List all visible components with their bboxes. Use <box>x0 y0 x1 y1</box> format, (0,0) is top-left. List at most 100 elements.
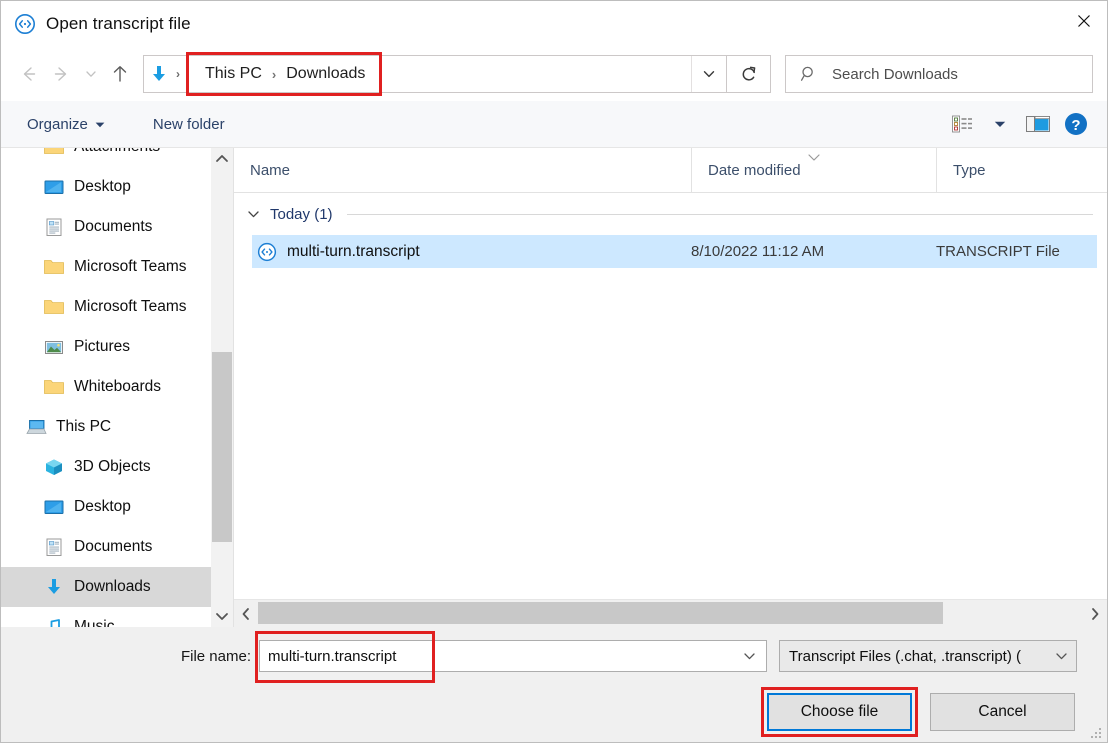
pictures-icon <box>43 336 65 358</box>
chevron-down-icon <box>95 116 105 133</box>
recent-locations-button[interactable] <box>79 57 103 91</box>
folder-tree: Attachments Desktop <box>1 148 233 627</box>
scroll-left-icon[interactable] <box>234 600 258 627</box>
address-bar[interactable]: › This PC › Downloads <box>143 52 727 96</box>
breadcrumb-item-downloads[interactable]: Downloads <box>286 65 365 83</box>
sidebar-item-label: Pictures <box>74 338 130 355</box>
breadcrumb[interactable]: This PC › Downloads <box>186 52 383 96</box>
column-header-name[interactable]: Name <box>234 148 691 192</box>
choose-file-label: Choose file <box>800 703 879 720</box>
organize-button[interactable]: Organize <box>19 112 113 137</box>
scroll-right-icon[interactable] <box>1083 600 1107 627</box>
chevron-down-icon[interactable] <box>1046 651 1076 661</box>
command-bar: Organize New folder ? <box>1 101 1107 148</box>
sidebar-item-label: Downloads <box>74 578 151 595</box>
file-name-label: multi-turn.transcript <box>287 242 420 260</box>
sidebar-item-documents[interactable]: Documents <box>1 207 233 247</box>
choose-file-highlight: Choose file <box>761 687 918 737</box>
folder-icon <box>43 296 65 318</box>
column-header-label: Date modified <box>708 161 801 179</box>
file-name-label: File name: <box>180 647 251 665</box>
sidebar-item-label: Microsoft Teams <box>74 298 187 315</box>
up-button[interactable] <box>103 57 137 91</box>
table-row[interactable]: multi-turn.transcript 8/10/2022 11:12 AM… <box>252 235 1097 268</box>
chevron-down-icon[interactable] <box>732 641 766 671</box>
downloads-arrow-icon <box>43 576 65 598</box>
file-list: Today (1) multi-turn.transcript 8/10/202… <box>234 193 1107 599</box>
view-dropdown-icon[interactable] <box>981 107 1019 141</box>
file-type-select[interactable]: Transcript Files (.chat, .transcript) ( <box>779 640 1077 672</box>
file-list-pane: Name Date modified Type Today (1) multi-… <box>234 148 1107 627</box>
forward-button[interactable] <box>45 57 79 91</box>
dialog-body: Attachments Desktop <box>1 148 1107 627</box>
organize-label: Organize <box>27 115 88 133</box>
search-input[interactable] <box>832 65 1092 83</box>
title-bar: Open transcript file <box>1 1 1107 47</box>
choose-file-button[interactable]: Choose file <box>767 693 912 731</box>
cancel-button[interactable]: Cancel <box>930 693 1075 731</box>
view-options-icon[interactable] <box>943 107 981 141</box>
navigation-bar: › This PC › Downloads <box>1 47 1107 101</box>
breadcrumb-item-this-pc[interactable]: This PC <box>205 65 262 83</box>
preview-pane-icon[interactable] <box>1019 107 1057 141</box>
breadcrumb-separator-root: › <box>176 67 180 81</box>
footer-buttons: Choose file Cancel <box>761 687 1075 737</box>
sidebar-item-label: Whiteboards <box>74 378 162 395</box>
new-folder-button[interactable]: New folder <box>145 112 233 137</box>
command-bar-right: ? <box>943 107 1095 141</box>
file-type-value: Transcript Files (.chat, .transcript) ( <box>789 647 1021 665</box>
svg-text:?: ? <box>1071 117 1080 134</box>
open-file-dialog: Open transcript file › This PC › Downloa… <box>0 0 1108 743</box>
sidebar-item-music[interactable]: Music <box>1 607 233 627</box>
close-button[interactable] <box>1061 1 1107 41</box>
sidebar-item-desktop[interactable]: Desktop <box>1 167 233 207</box>
chevron-down-icon[interactable] <box>691 56 726 92</box>
sidebar-item-whiteboards[interactable]: Whiteboards <box>1 367 233 407</box>
file-list-horizontal-scrollbar[interactable] <box>234 599 1107 627</box>
breadcrumb-separator: › <box>271 66 277 82</box>
music-icon <box>43 616 65 627</box>
navigation-sidebar: Attachments Desktop <box>1 148 234 627</box>
resize-grip-icon[interactable] <box>1091 727 1103 739</box>
file-name-input[interactable] <box>260 647 732 665</box>
column-header-type[interactable]: Type <box>936 148 1107 192</box>
refresh-button[interactable] <box>727 55 771 93</box>
scroll-down-icon[interactable] <box>211 605 233 627</box>
transcript-file-icon <box>256 241 278 263</box>
documents-icon <box>43 536 65 558</box>
file-name-field[interactable] <box>255 631 767 683</box>
sidebar-item-downloads[interactable]: Downloads <box>1 567 233 607</box>
column-headers: Name Date modified Type <box>234 148 1107 193</box>
search-box[interactable] <box>785 55 1093 93</box>
folder-icon <box>43 376 65 398</box>
group-header-today[interactable]: Today (1) <box>234 193 1107 235</box>
back-button[interactable] <box>11 57 45 91</box>
sidebar-scrollbar-track[interactable] <box>211 170 233 605</box>
sidebar-item-label: Music <box>74 618 115 627</box>
help-button[interactable]: ? <box>1057 107 1095 141</box>
sidebar-item-3d-objects[interactable]: 3D Objects <box>1 447 233 487</box>
sidebar-item-microsoft-teams-1[interactable]: Microsoft Teams <box>1 247 233 287</box>
sidebar-scrollbar[interactable] <box>211 148 233 627</box>
horizontal-scrollbar-track[interactable] <box>258 600 1083 627</box>
sidebar-item-desktop-2[interactable]: Desktop <box>1 487 233 527</box>
sidebar-item-attachments[interactable]: Attachments <box>1 148 233 167</box>
sidebar-item-this-pc[interactable]: This PC <box>1 407 233 447</box>
sidebar-scrollbar-thumb[interactable] <box>212 352 232 542</box>
sidebar-item-label: Microsoft Teams <box>74 258 187 275</box>
sidebar-item-documents-2[interactable]: Documents <box>1 527 233 567</box>
sidebar-item-label: 3D Objects <box>74 458 151 475</box>
folder-icon <box>43 256 65 278</box>
dialog-footer: File name: Transcript Files (.chat, .tra… <box>1 627 1107 742</box>
horizontal-scrollbar-thumb[interactable] <box>258 602 943 624</box>
column-header-label: Type <box>953 161 986 179</box>
sidebar-item-label: Desktop <box>74 498 131 515</box>
desktop-icon <box>43 496 65 518</box>
chevron-down-icon[interactable] <box>246 209 261 219</box>
sidebar-item-microsoft-teams-2[interactable]: Microsoft Teams <box>1 287 233 327</box>
cancel-label: Cancel <box>978 703 1027 720</box>
column-header-date-modified[interactable]: Date modified <box>691 148 936 192</box>
sidebar-item-pictures[interactable]: Pictures <box>1 327 233 367</box>
sidebar-item-label: Desktop <box>74 178 131 195</box>
scroll-up-icon[interactable] <box>211 148 233 170</box>
